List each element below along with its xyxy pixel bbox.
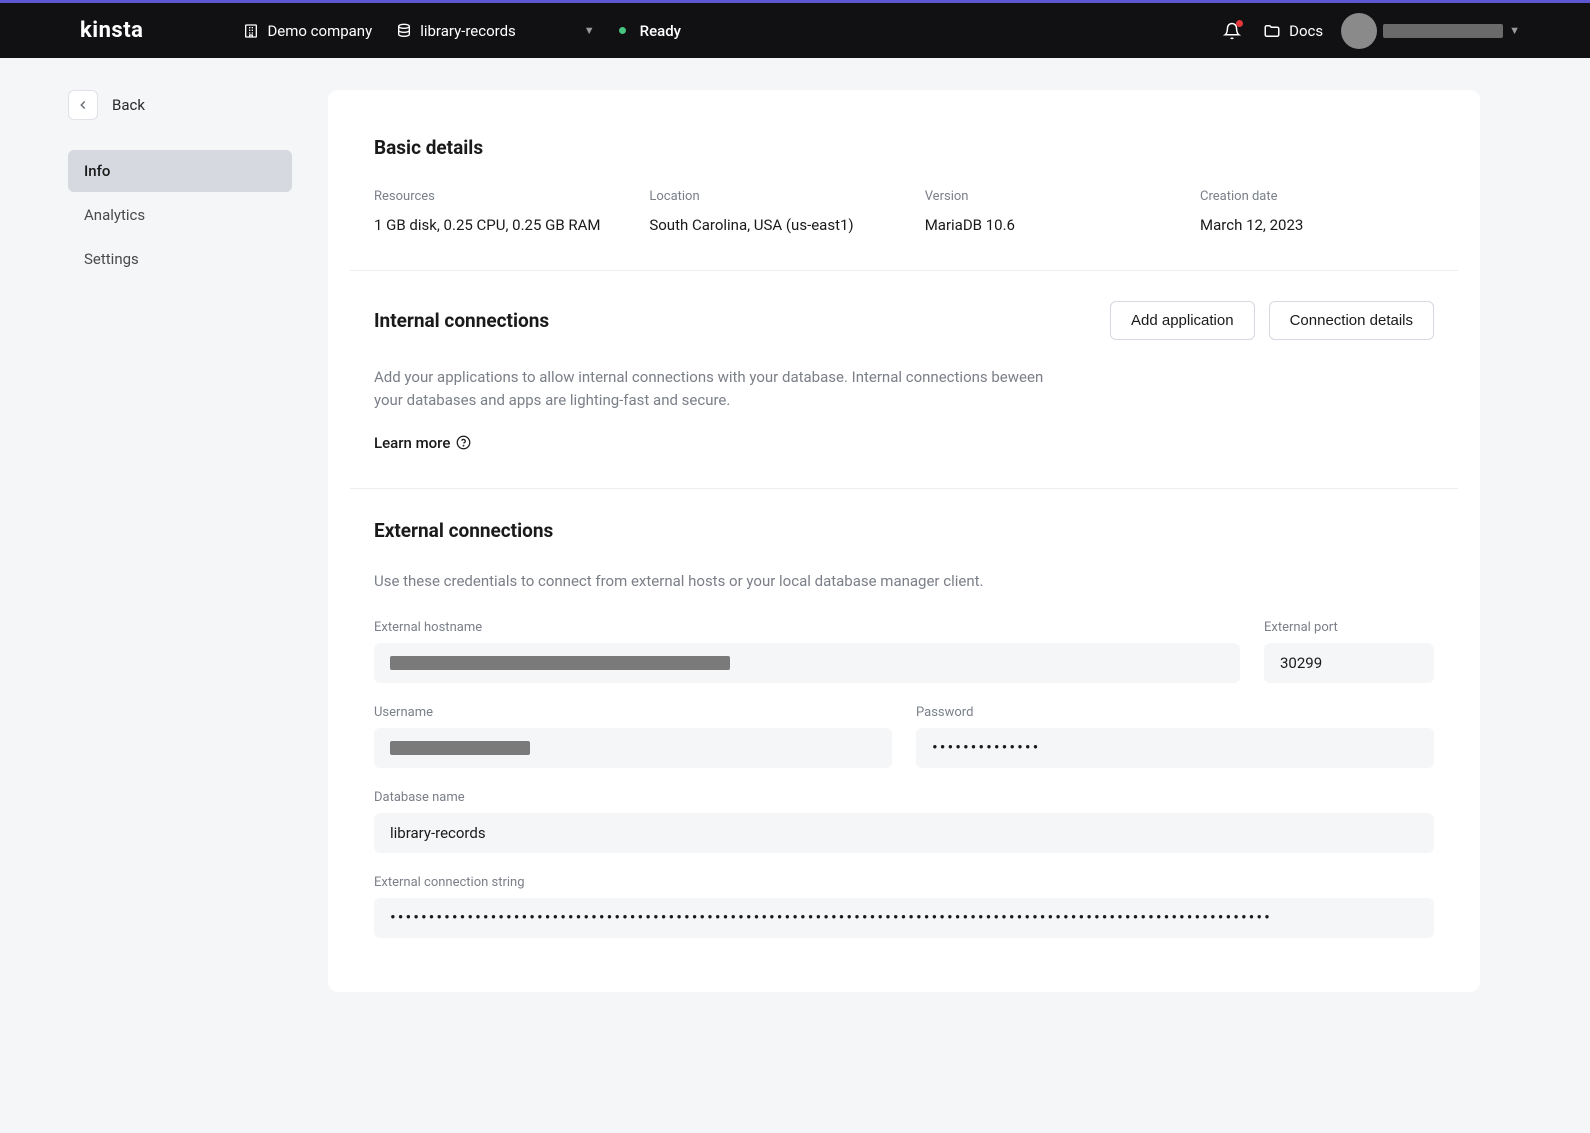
connection-string-value: ••••••••••••••••••••••••••••••••••••••••… (390, 908, 1272, 928)
connection-details-button[interactable]: Connection details (1269, 301, 1434, 340)
database-selector[interactable]: library-records ▼ (396, 22, 594, 40)
external-hostname-field[interactable] (374, 643, 1240, 683)
database-label: library-records (420, 22, 516, 40)
location-label: Location (649, 189, 906, 204)
arrow-left-icon (76, 98, 90, 112)
sidebar-item-analytics[interactable]: Analytics (68, 194, 292, 236)
avatar (1341, 13, 1377, 49)
external-connections-title: External connections (374, 519, 1434, 542)
divider (350, 488, 1458, 489)
logo: kinsta (80, 18, 143, 43)
internal-connections-desc: Add your applications to allow internal … (374, 366, 1054, 413)
user-menu[interactable]: ▼ (1341, 13, 1520, 49)
database-name-label: Database name (374, 790, 1434, 805)
notification-dot-icon (1236, 20, 1243, 27)
sidebar-item-label: Info (84, 162, 110, 180)
sidebar-item-label: Analytics (84, 206, 145, 224)
external-hostname-label: External hostname (374, 620, 1240, 635)
external-port-value: 30299 (1280, 654, 1322, 672)
version-value: MariaDB 10.6 (925, 216, 1182, 234)
basic-details-title: Basic details (374, 136, 1434, 159)
back-button[interactable]: Back (68, 90, 292, 120)
chevron-down-icon: ▼ (1509, 24, 1520, 37)
chevron-down-icon: ▼ (584, 24, 595, 37)
creation-date-value: March 12, 2023 (1200, 216, 1434, 234)
external-hostname-value (390, 656, 730, 670)
location-value: South Carolina, USA (us-east1) (649, 216, 906, 234)
company-selector[interactable]: Demo company (243, 22, 372, 40)
status-indicator: Ready (619, 22, 681, 40)
sidebar-item-label: Settings (84, 250, 139, 268)
back-arrow-button[interactable] (68, 90, 98, 120)
status-dot-icon (619, 27, 626, 34)
connection-string-label: External connection string (374, 875, 1434, 890)
notifications-button[interactable] (1223, 22, 1241, 40)
sidebar-item-info[interactable]: Info (68, 150, 292, 192)
docs-link[interactable]: Docs (1263, 22, 1323, 40)
resources-value: 1 GB disk, 0.25 CPU, 0.25 GB RAM (374, 216, 631, 234)
password-field[interactable]: •••••••••••••• (916, 728, 1434, 768)
learn-more-label: Learn more (374, 434, 450, 452)
creation-date-label: Creation date (1200, 189, 1434, 204)
user-name (1383, 24, 1503, 38)
help-circle-icon (456, 435, 471, 450)
add-application-button[interactable]: Add application (1110, 301, 1255, 340)
divider (350, 270, 1458, 271)
sidebar: Back Info Analytics Settings (68, 90, 292, 282)
company-label: Demo company (267, 22, 372, 40)
external-port-label: External port (1264, 620, 1434, 635)
basic-details-grid: Resources 1 GB disk, 0.25 CPU, 0.25 GB R… (374, 189, 1434, 234)
password-label: Password (916, 705, 1434, 720)
resources-label: Resources (374, 189, 631, 204)
topbar: kinsta Demo company library-records ▼ Re… (0, 0, 1590, 58)
sidebar-item-settings[interactable]: Settings (68, 238, 292, 280)
folder-icon (1263, 22, 1281, 40)
external-connections-desc: Use these credentials to connect from ex… (374, 572, 1434, 590)
learn-more-link[interactable]: Learn more (374, 434, 471, 452)
database-name-field[interactable]: library-records (374, 813, 1434, 853)
internal-connections-title: Internal connections (374, 309, 549, 332)
status-label: Ready (640, 22, 681, 40)
main-card: Basic details Resources 1 GB disk, 0.25 … (328, 90, 1480, 992)
database-icon (396, 23, 412, 39)
username-label: Username (374, 705, 892, 720)
username-field[interactable] (374, 728, 892, 768)
connection-string-field[interactable]: ••••••••••••••••••••••••••••••••••••••••… (374, 898, 1434, 938)
building-icon (243, 23, 259, 39)
version-label: Version (925, 189, 1182, 204)
username-value (390, 741, 530, 755)
database-name-value: library-records (390, 824, 486, 842)
password-value: •••••••••••••• (932, 738, 1040, 758)
external-port-field[interactable]: 30299 (1264, 643, 1434, 683)
docs-label: Docs (1289, 22, 1323, 40)
back-label: Back (112, 96, 145, 114)
